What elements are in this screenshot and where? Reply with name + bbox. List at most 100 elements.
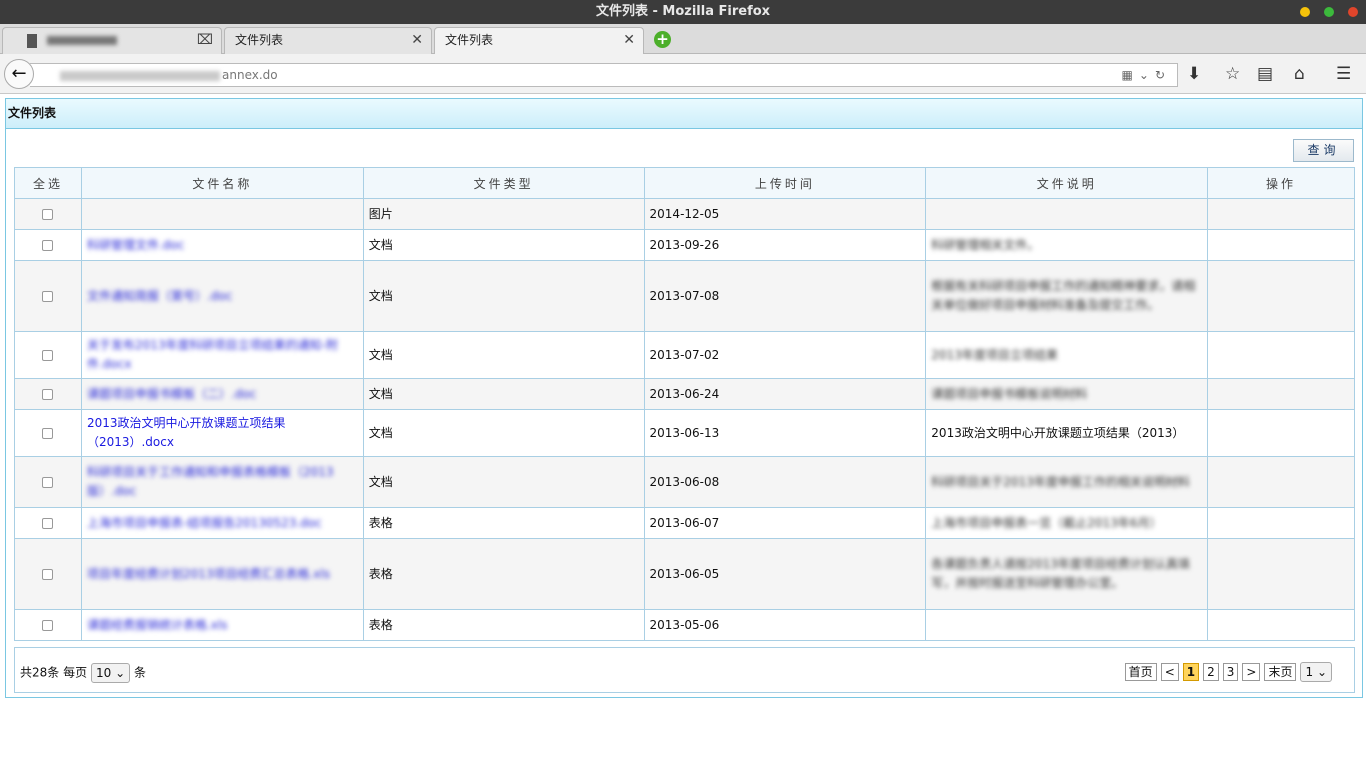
row-checkbox-cell [14,538,82,610]
file-type-cell: 文档 [362,456,645,508]
file-name-cell: 2013政治文明中心开放课题立项结果（2013）.docx [80,409,364,457]
row-checkbox[interactable] [42,388,54,400]
per-page-select[interactable]: 10 ⌄ [90,663,131,683]
per-page-label: 每页 [63,665,88,680]
file-link[interactable]: 课题经费报销统计表格.xls [87,618,228,632]
new-tab-icon[interactable]: + [654,31,671,48]
page-2-button[interactable]: 2 [1203,663,1219,681]
upload-time-header: 上传时间 [643,167,927,199]
description-cell: 根据有关科研项目申报工作的通知精神要求，请相关单位做好项目申报材料准备及提交工作… [925,260,1209,332]
tab-blurred[interactable]: ⌧ [2,27,222,54]
upload-time-cell: 2013-07-08 [643,260,927,332]
close-tab-icon[interactable]: ✕ [411,28,423,53]
file-name-cell [80,198,364,230]
file-name-cell: 项目年度经费计划2013项目经费汇总表格.xls [80,538,364,610]
file-link[interactable]: 课题项目申报书模板（二）.doc [87,387,256,401]
url-bar[interactable]: annex.do ▦⌄↻ [30,63,1178,87]
page-jump-select[interactable]: 1 ⌄ [1300,662,1332,682]
panel-title: 文件列表 [6,99,1362,129]
table-row: 上海市项目申报表-结项报告20130523.doc 表格 2013-06-07 … [14,507,1355,539]
bookmark-star-icon[interactable]: ☆ [1225,64,1240,84]
row-checkbox[interactable] [42,568,54,580]
description-text: 科研项目关于2013年度申报工作的相关说明材料 [931,474,1190,489]
reload-icon[interactable]: ↻ [1155,68,1171,82]
tab-file-list-1[interactable]: 文件列表 ✕ [224,27,432,54]
chevron-down-icon: ⌄ [115,666,126,680]
dropdown-icon[interactable]: ⌄ [1139,68,1155,82]
file-link[interactable]: 关于发布2013年度科研项目立项结果的通知-附件.docx [87,338,338,371]
page-3-button[interactable]: 3 [1222,663,1239,681]
close-icon[interactable] [1348,7,1358,17]
row-checkbox-cell [14,331,82,379]
menu-icon[interactable]: ☰ [1336,64,1351,84]
next-page-button[interactable]: > [1242,663,1261,681]
upload-time-cell: 2013-06-07 [643,507,927,539]
upload-time-cell: 2013-06-24 [643,378,927,410]
last-page-button[interactable]: 末页 [1264,663,1297,681]
query-button[interactable]: 查询 [1293,139,1354,162]
table-row: 文件通知简报（第号）.doc 文档 2013-07-08 根据有关科研项目申报工… [14,260,1355,332]
maximize-icon[interactable] [1324,7,1334,17]
actions-header: 操作 [1207,167,1355,199]
back-button[interactable]: ← [4,59,34,89]
chevron-down-icon: ⌄ [1316,665,1327,679]
file-link[interactable]: 2013政治文明中心开放课题立项结果（2013）.docx [87,416,286,449]
row-checkbox[interactable] [42,517,54,529]
page-1-button[interactable]: 1 [1182,663,1200,681]
file-link[interactable]: 科研项目关于工作通知和申报表格模板（2013版）.doc [87,465,334,498]
actions-cell [1207,331,1355,379]
favicon-icon [27,33,37,48]
row-checkbox[interactable] [42,208,54,220]
file-link[interactable]: 项目年度经费计划2013项目经费汇总表格.xls [87,567,330,581]
home-icon[interactable]: ⌂ [1294,64,1305,84]
description-cell: 各课题负责人请按2013年度项目经费计划认真填写，并按时报送至科研管理办公室。 [925,538,1209,610]
file-name-cell: 关于发布2013年度科研项目立项结果的通知-附件.docx [80,331,364,379]
close-tab-icon[interactable]: ✕ [623,28,635,53]
pagination-controls: 首页 < 1 2 3 > 末页 1 ⌄ [1124,662,1332,682]
row-checkbox[interactable] [42,427,54,439]
tab-file-list-2[interactable]: 文件列表 ✕ [434,27,644,54]
row-checkbox[interactable] [42,619,54,631]
row-checkbox-cell [14,456,82,508]
description-cell: 科研项目关于2013年度申报工作的相关说明材料 [925,456,1209,508]
prev-page-button[interactable]: < [1160,663,1179,681]
file-type-cell: 文档 [362,260,645,332]
file-link[interactable]: 上海市项目申报表-结项报告20130523.doc [87,516,322,530]
row-checkbox-cell [14,260,82,332]
close-tab-icon[interactable]: ⌧ [197,28,213,53]
first-page-button[interactable]: 首页 [1124,663,1157,681]
download-icon[interactable]: ⬇ [1187,64,1201,84]
actions-cell [1207,409,1355,457]
table-row: 科研管理文件.doc 文档 2013-09-26 科研管理相关文件。 [14,229,1355,261]
actions-cell [1207,609,1355,641]
minimize-icon[interactable] [1300,7,1310,17]
tab-label: 文件列表 [445,33,494,47]
row-checkbox-cell [14,378,82,410]
file-link[interactable]: 科研管理文件.doc [87,238,184,252]
per-page-suffix: 条 [133,665,146,680]
back-arrow-icon: ← [11,63,27,84]
qr-icon[interactable]: ▦ [1122,68,1139,82]
actions-cell [1207,507,1355,539]
row-checkbox[interactable] [42,476,54,488]
file-link[interactable]: 文件通知简报（第号）.doc [87,289,232,303]
file-type-cell: 文档 [362,331,645,379]
window-titlebar: 文件列表 - Mozilla Firefox [0,0,1366,24]
row-checkbox[interactable] [42,239,54,251]
row-checkbox-cell [14,198,82,230]
per-page-value: 10 [95,666,112,680]
actions-cell [1207,260,1355,332]
actions-cell [1207,378,1355,410]
description-cell: 科研管理相关文件。 [925,229,1209,261]
row-checkbox[interactable] [42,290,54,302]
file-name-cell: 课题经费报销统计表格.xls [80,609,364,641]
file-type-cell: 表格 [362,507,645,539]
row-checkbox[interactable] [42,349,54,361]
reading-list-icon[interactable]: ▤ [1257,64,1273,84]
table-row: 2013政治文明中心开放课题立项结果（2013）.docx 文档 2013-06… [14,409,1355,457]
description-cell: 2013年度项目立项结果 [925,331,1209,379]
select-all-header[interactable]: 全选 [14,167,82,199]
file-type-cell: 文档 [362,409,645,457]
file-type-cell: 表格 [362,538,645,610]
window-title: 文件列表 - Mozilla Firefox [595,4,771,19]
